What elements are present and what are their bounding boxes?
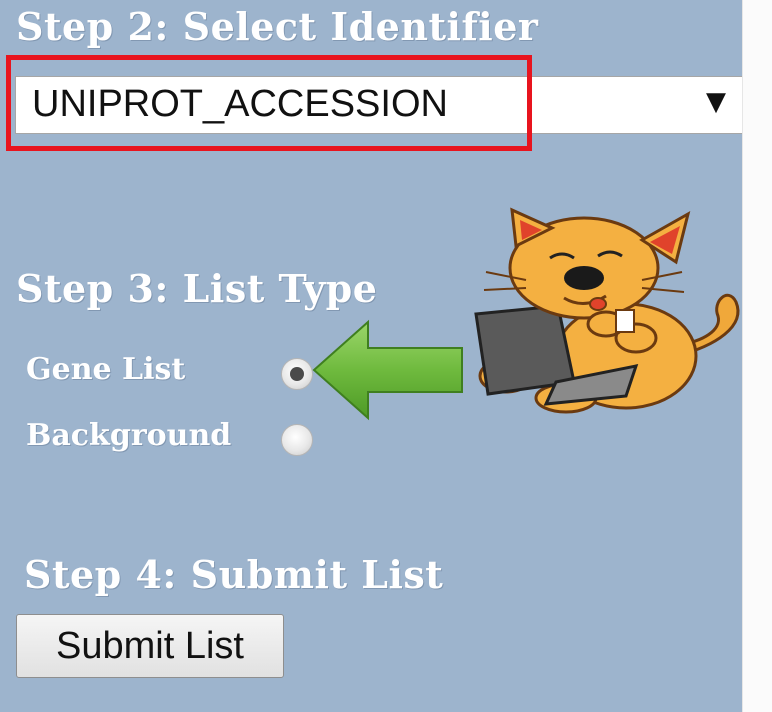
background-label: Background — [26, 418, 232, 453]
gene-list-radio[interactable] — [281, 358, 313, 390]
step3-heading: Step 3: List Type — [16, 266, 378, 311]
radio-selected-dot — [290, 367, 304, 381]
selection-highlight-box — [6, 55, 532, 151]
submit-list-button[interactable]: Submit List — [16, 614, 284, 678]
cat-with-laptop-icon — [474, 207, 740, 414]
dropdown-arrow-icon[interactable]: ▼ — [706, 87, 726, 117]
step4-heading: Step 4: Submit List — [24, 552, 444, 597]
step2-heading: Step 2: Select Identifier — [16, 4, 539, 49]
page-margin — [742, 0, 772, 712]
gene-list-label: Gene List — [26, 352, 186, 387]
background-radio[interactable] — [281, 424, 313, 456]
form-panel: Step 2: Select Identifier UNIPROT_ACCESS… — [0, 0, 745, 712]
green-left-arrow-icon — [312, 319, 463, 421]
